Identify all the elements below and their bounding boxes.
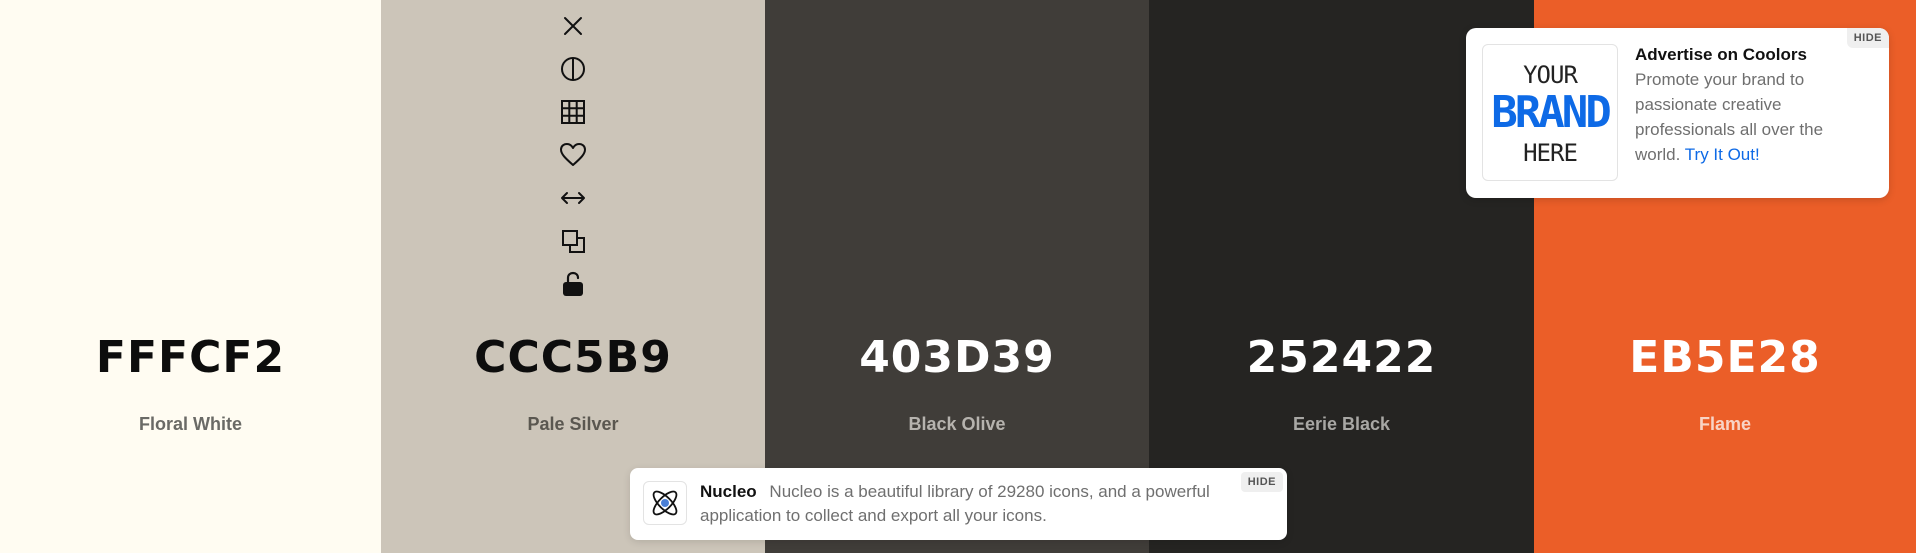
save-color-button[interactable] xyxy=(555,137,591,173)
hex-code[interactable]: EB5E28 xyxy=(1534,326,1916,390)
brand-line-here: HERE xyxy=(1523,139,1578,167)
color-name[interactable]: Black Olive xyxy=(765,412,1149,436)
hide-nucleo-button[interactable]: HIDE xyxy=(1240,472,1283,492)
brand-line-brand: BRAND xyxy=(1491,87,1611,138)
try-it-out-link[interactable]: Try It Out! xyxy=(1685,145,1760,164)
toggle-lock-button[interactable] xyxy=(555,266,591,302)
hide-ad-button[interactable]: HIDE xyxy=(1846,28,1889,48)
nucleo-banner: Nucleo Nucleo is a beautiful library of … xyxy=(630,468,1287,540)
shades-icon xyxy=(561,57,585,81)
atom-icon[interactable] xyxy=(643,481,687,525)
unlock-icon xyxy=(563,271,583,296)
color-name[interactable]: Eerie Black xyxy=(1149,412,1534,436)
drag-arrows-icon xyxy=(561,192,585,204)
hex-code[interactable]: 403D39 xyxy=(765,326,1149,390)
swatch-floral-white[interactable]: FFFCF2 Floral White xyxy=(0,0,381,553)
hex-code[interactable]: 252422 xyxy=(1149,326,1534,390)
close-icon xyxy=(564,17,582,35)
view-grid-button[interactable] xyxy=(555,94,591,130)
color-tools xyxy=(551,8,595,309)
nucleo-body: Nucleo is a beautiful library of 29280 i… xyxy=(700,482,1210,525)
grid-icon xyxy=(561,100,585,124)
your-brand-here-image[interactable]: YOUR BRAND HERE xyxy=(1482,44,1618,181)
remove-color-button[interactable] xyxy=(555,8,591,44)
heart-icon xyxy=(560,143,586,166)
ad-title[interactable]: Advertise on Coolors xyxy=(1635,42,1870,67)
hex-code[interactable]: CCC5B9 xyxy=(381,326,765,390)
color-name[interactable]: Flame xyxy=(1534,412,1916,436)
hex-code[interactable]: FFFCF2 xyxy=(0,326,381,390)
view-shades-button[interactable] xyxy=(555,51,591,87)
nucleo-text: Nucleo Nucleo is a beautiful library of … xyxy=(700,480,1210,528)
color-name[interactable]: Pale Silver xyxy=(381,412,765,436)
drag-color-button[interactable] xyxy=(555,180,591,216)
color-name[interactable]: Floral White xyxy=(0,412,381,436)
ad-text: Advertise on Coolors Promote your brand … xyxy=(1635,42,1870,167)
copy-icon xyxy=(562,230,585,253)
brand-line-your: YOUR xyxy=(1523,61,1578,89)
advertise-card: YOUR BRAND HERE Advertise on Coolors Pro… xyxy=(1466,28,1889,198)
nucleo-title[interactable]: Nucleo xyxy=(700,482,757,501)
copy-hex-button[interactable] xyxy=(555,223,591,259)
